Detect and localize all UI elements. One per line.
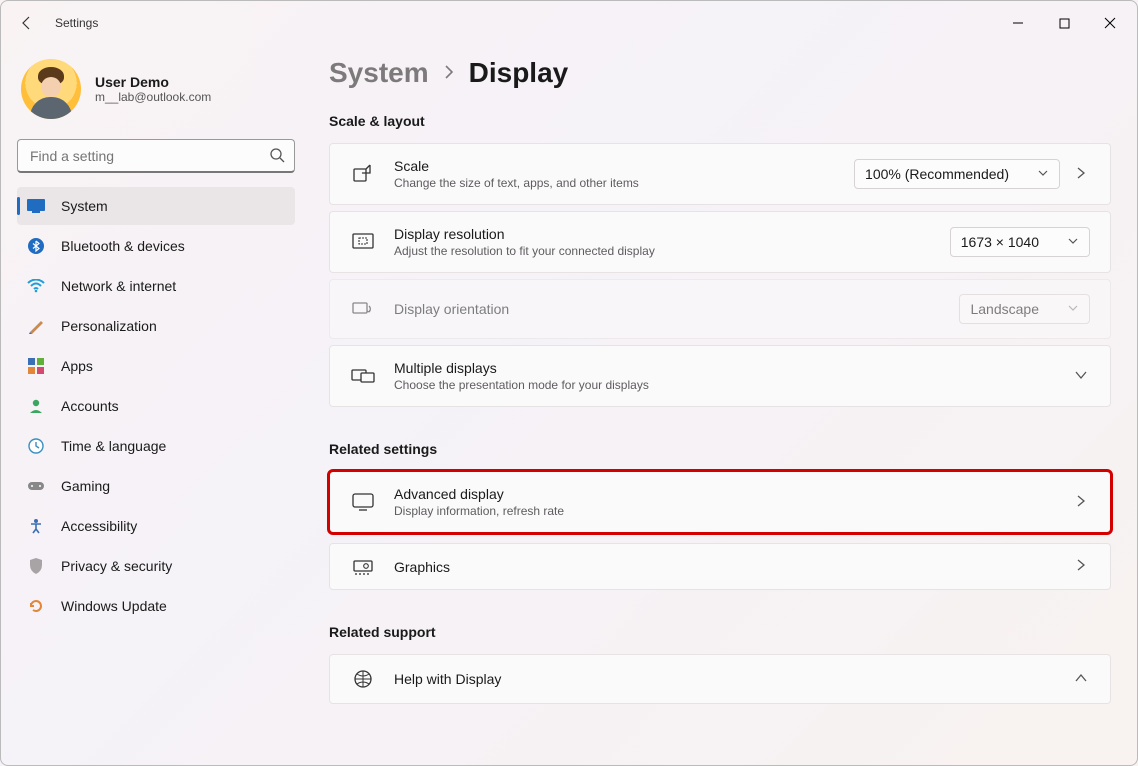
card-resolution[interactable]: Display resolution Adjust the resolution… bbox=[329, 211, 1111, 273]
card-title: Advanced display bbox=[394, 486, 1072, 502]
monitor-icon bbox=[350, 493, 376, 511]
sidebar-item-label: Apps bbox=[61, 358, 93, 374]
card-subtitle: Display information, refresh rate bbox=[394, 504, 1072, 518]
orientation-icon bbox=[350, 300, 376, 318]
shield-icon bbox=[27, 557, 45, 575]
expand-chevron[interactable] bbox=[1072, 166, 1090, 183]
sidebar-item-label: Time & language bbox=[61, 438, 166, 454]
sidebar-item-label: Privacy & security bbox=[61, 558, 172, 574]
card-graphics[interactable]: Graphics bbox=[329, 543, 1111, 590]
close-button[interactable] bbox=[1087, 7, 1133, 39]
user-text: User Demo m__lab@outlook.com bbox=[95, 74, 211, 104]
user-email: m__lab@outlook.com bbox=[95, 90, 211, 104]
dropdown-value: Landscape bbox=[970, 301, 1039, 317]
card-subtitle: Change the size of text, apps, and other… bbox=[394, 176, 854, 190]
minimize-button[interactable] bbox=[995, 7, 1041, 39]
card-advanced-display[interactable]: Advanced display Display information, re… bbox=[329, 471, 1111, 533]
graphics-icon bbox=[350, 559, 376, 575]
card-title: Scale bbox=[394, 158, 854, 174]
sidebar-item-gaming[interactable]: Gaming bbox=[17, 467, 295, 505]
nav-chevron[interactable] bbox=[1072, 494, 1090, 511]
chevron-down-icon bbox=[1067, 301, 1079, 317]
apps-icon bbox=[27, 357, 45, 375]
sidebar-item-label: Gaming bbox=[61, 478, 110, 494]
card-orientation: Display orientation Landscape bbox=[329, 279, 1111, 339]
breadcrumb-current: Display bbox=[469, 57, 569, 89]
expand-chevron[interactable] bbox=[1072, 368, 1090, 385]
sidebar-item-accessibility[interactable]: Accessibility bbox=[17, 507, 295, 545]
maximize-button[interactable] bbox=[1041, 7, 1087, 39]
resolution-icon bbox=[350, 233, 376, 251]
chevron-down-icon bbox=[1037, 166, 1049, 182]
sidebar-item-update[interactable]: Windows Update bbox=[17, 587, 295, 625]
nav-chevron[interactable] bbox=[1072, 558, 1090, 575]
system-icon bbox=[27, 197, 45, 215]
sidebar-item-apps[interactable]: Apps bbox=[17, 347, 295, 385]
orientation-dropdown: Landscape bbox=[959, 294, 1090, 324]
sidebar-item-personalization[interactable]: Personalization bbox=[17, 307, 295, 345]
section-support-title: Related support bbox=[329, 624, 1111, 640]
dropdown-value: 100% (Recommended) bbox=[865, 166, 1009, 182]
sidebar-item-time-language[interactable]: Time & language bbox=[17, 427, 295, 465]
gamepad-icon bbox=[27, 477, 45, 495]
nav: System Bluetooth & devices Network & int… bbox=[17, 187, 295, 625]
clock-icon bbox=[27, 437, 45, 455]
user-name: User Demo bbox=[95, 74, 211, 90]
card-scale[interactable]: Scale Change the size of text, apps, and… bbox=[329, 143, 1111, 205]
person-icon bbox=[27, 397, 45, 415]
sidebar-item-label: Personalization bbox=[61, 318, 157, 334]
sidebar-item-label: Accessibility bbox=[61, 518, 137, 534]
settings-window: Settings User Demo m__lab@outlook.com bbox=[0, 0, 1138, 766]
search-box bbox=[17, 139, 295, 173]
bluetooth-icon bbox=[27, 237, 45, 255]
search-input[interactable] bbox=[17, 139, 295, 173]
titlebar: Settings bbox=[1, 1, 1137, 45]
wifi-icon bbox=[27, 277, 45, 295]
sidebar-item-accounts[interactable]: Accounts bbox=[17, 387, 295, 425]
card-title: Help with Display bbox=[394, 671, 1072, 687]
sidebar-item-label: Bluetooth & devices bbox=[61, 238, 185, 254]
chevron-down-icon bbox=[1067, 234, 1079, 250]
sidebar-item-network[interactable]: Network & internet bbox=[17, 267, 295, 305]
main-panel: System Display Scale & layout Scale Chan… bbox=[311, 45, 1137, 765]
breadcrumb-parent[interactable]: System bbox=[329, 57, 429, 89]
sidebar-item-label: Accounts bbox=[61, 398, 119, 414]
card-subtitle: Adjust the resolution to fit your connec… bbox=[394, 244, 950, 258]
sidebar-item-label: System bbox=[61, 198, 108, 214]
breadcrumb: System Display bbox=[329, 57, 1111, 89]
brush-icon bbox=[27, 317, 45, 335]
update-icon bbox=[27, 597, 45, 615]
sidebar-item-label: Windows Update bbox=[61, 598, 167, 614]
collapse-chevron[interactable] bbox=[1072, 671, 1090, 688]
card-multiple-displays[interactable]: Multiple displays Choose the presentatio… bbox=[329, 345, 1111, 407]
sidebar-item-privacy[interactable]: Privacy & security bbox=[17, 547, 295, 585]
card-subtitle: Choose the presentation mode for your di… bbox=[394, 378, 1072, 392]
chevron-right-icon bbox=[441, 64, 457, 83]
card-title: Display resolution bbox=[394, 226, 950, 242]
sidebar-item-label: Network & internet bbox=[61, 278, 176, 294]
card-title: Display orientation bbox=[394, 301, 959, 317]
globe-icon bbox=[350, 669, 376, 689]
card-help[interactable]: Help with Display bbox=[329, 654, 1111, 704]
avatar bbox=[21, 59, 81, 119]
accessibility-icon bbox=[27, 517, 45, 535]
scale-icon bbox=[350, 163, 376, 185]
card-title: Multiple displays bbox=[394, 360, 1072, 376]
sidebar-item-bluetooth[interactable]: Bluetooth & devices bbox=[17, 227, 295, 265]
scale-dropdown[interactable]: 100% (Recommended) bbox=[854, 159, 1060, 189]
search-icon bbox=[269, 147, 285, 166]
sidebar: User Demo m__lab@outlook.com System Blue… bbox=[1, 45, 311, 765]
sidebar-item-system[interactable]: System bbox=[17, 187, 295, 225]
section-scale-layout-title: Scale & layout bbox=[329, 113, 1111, 129]
dropdown-value: 1673 × 1040 bbox=[961, 234, 1039, 250]
back-button[interactable] bbox=[5, 1, 49, 45]
card-title: Graphics bbox=[394, 559, 1072, 575]
user-block[interactable]: User Demo m__lab@outlook.com bbox=[17, 53, 295, 133]
multiple-displays-icon bbox=[350, 367, 376, 385]
resolution-dropdown[interactable]: 1673 × 1040 bbox=[950, 227, 1090, 257]
section-related-title: Related settings bbox=[329, 441, 1111, 457]
app-title: Settings bbox=[55, 16, 98, 30]
